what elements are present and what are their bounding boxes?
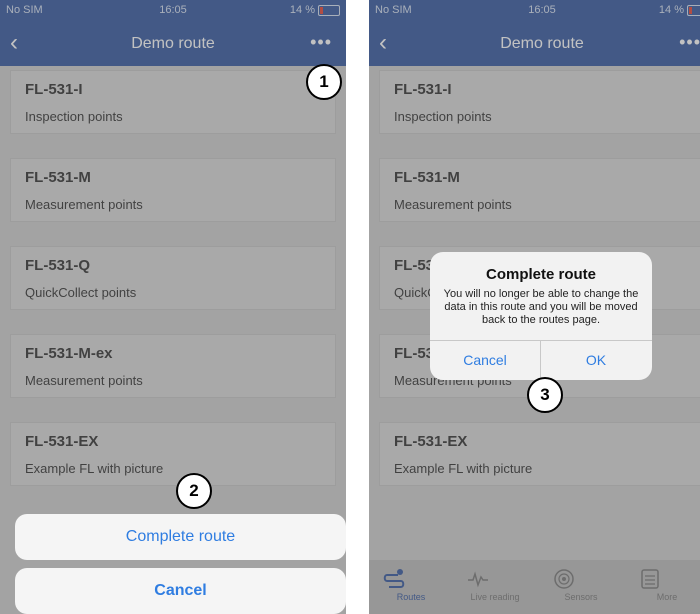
dialog-title: Complete route [485,266,596,283]
callout-marker-2: 2 [176,473,212,509]
complete-route-dialog: Complete route You will no longer be abl… [430,252,652,380]
dialog-message: You will no longer be able to change the… [443,288,639,326]
phone-screen-dialog: No SIM 16:05 14 % ‹ Demo route ••• FL-53… [369,0,700,614]
complete-route-button[interactable]: Complete route [15,514,346,560]
phone-screen-action-sheet: No SIM 16:05 14 % ‹ Demo route ••• FL-53… [0,0,346,614]
dialog-ok-button[interactable]: OK [541,340,651,380]
callout-marker-3: 3 [527,377,563,413]
dialog-cancel-button[interactable]: Cancel [430,340,540,380]
cancel-button[interactable]: Cancel [15,568,346,614]
callout-marker-1: 1 [306,64,342,100]
